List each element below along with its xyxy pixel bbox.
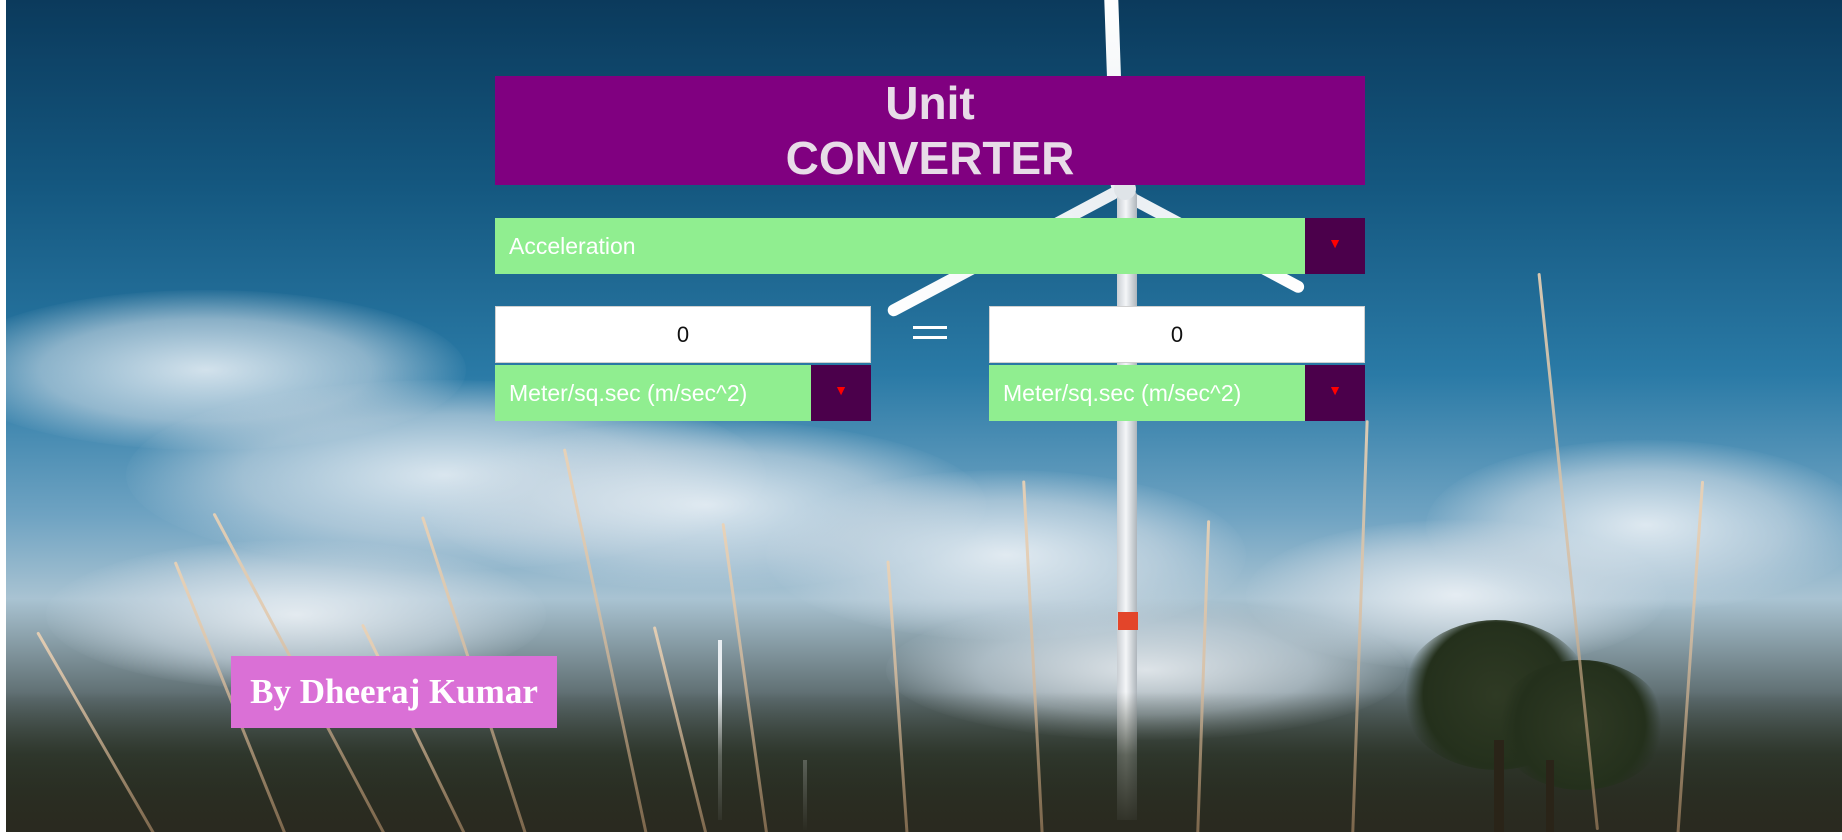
caret-down-icon: ▼ — [811, 365, 871, 421]
category-select[interactable]: Acceleration ▼ — [495, 218, 1365, 274]
turbine-band — [1118, 612, 1138, 630]
author-badge: By Dheeraj Kumar — [231, 656, 557, 728]
caret-down-icon: ▼ — [1305, 218, 1365, 274]
category-select-value: Acceleration — [509, 233, 636, 259]
from-unit-select-value: Meter/sq.sec (m/sec^2) — [509, 380, 748, 406]
title-line-2: CONVERTER — [785, 132, 1075, 184]
caret-down-icon: ▼ — [1305, 365, 1365, 421]
tree-trunk — [1546, 760, 1554, 832]
tree-trunk — [1494, 740, 1504, 832]
app-title: Unit CONVERTER — [495, 76, 1365, 185]
to-value-input[interactable]: 0 — [989, 306, 1365, 363]
equals-icon — [913, 322, 947, 342]
cloud — [1426, 440, 1842, 610]
to-unit-select-value: Meter/sq.sec (m/sec^2) — [1003, 380, 1242, 406]
title-line-1: Unit — [885, 77, 975, 129]
from-value-input[interactable]: 0 — [495, 306, 871, 363]
from-unit-select[interactable]: Meter/sq.sec (m/sec^2) ▼ — [495, 365, 871, 421]
to-unit-select[interactable]: Meter/sq.sec (m/sec^2) ▼ — [989, 365, 1365, 421]
